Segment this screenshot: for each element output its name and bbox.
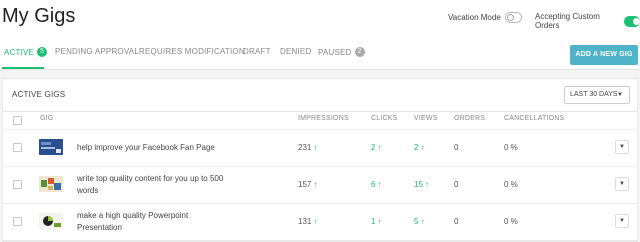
table-row: make a high quality Powerpoint Presentat…: [3, 204, 637, 241]
up-arrow-icon: ↑: [313, 217, 318, 226]
vacation-mode-toggle-group: Vacation Mode: [448, 12, 522, 23]
impressions-value: 131 ↑: [298, 217, 317, 226]
custom-orders-toggle-group: Accepting Custom Orders: [535, 12, 640, 30]
date-range-value: LAST 30 DAYS: [570, 91, 618, 98]
powerpoint-thumbnail-image: [39, 213, 63, 229]
impressions-number: 157: [298, 180, 312, 189]
custom-orders-switch[interactable]: [624, 15, 640, 27]
active-tab-indicator: [2, 67, 44, 69]
up-arrow-icon: ↑: [424, 180, 429, 189]
add-new-gig-button[interactable]: ADD A NEW GIG: [570, 45, 638, 65]
impressions-value: 157 ↑: [298, 180, 317, 189]
orders-value: 0: [454, 180, 459, 189]
views-value: 2 ↑: [414, 143, 424, 152]
up-arrow-icon: ↑: [420, 143, 425, 152]
clicks-number: 6: [371, 180, 376, 189]
page-title: My Gigs: [2, 5, 76, 27]
tab-label: PENDING APPROVAL: [55, 47, 139, 56]
gig-thumbnail[interactable]: [39, 139, 63, 155]
views-number: 2: [414, 143, 419, 152]
clicks-value: 6 ↑: [371, 180, 381, 189]
column-header-gig: GIG: [40, 115, 54, 122]
tab-label: DENIED: [280, 47, 312, 56]
cancellations-value: 0 %: [504, 180, 518, 189]
tab-count-badge: 5: [37, 47, 48, 57]
row-checkbox[interactable]: [13, 217, 22, 226]
tab-label: REQUIRES MODIFICATION: [139, 47, 245, 56]
tab-active[interactable]: ACTIVE 5: [4, 47, 48, 57]
tab-paused[interactable]: PAUSED 2: [318, 47, 365, 57]
row-actions-dropdown[interactable]: ▼: [615, 214, 629, 228]
up-arrow-icon: ↑: [377, 180, 382, 189]
select-all-checkbox[interactable]: [13, 116, 22, 125]
tab-draft[interactable]: DRAFT: [243, 47, 271, 56]
switch-knob: [506, 14, 514, 21]
column-header-views: VIEWS: [414, 115, 438, 122]
gig-thumbnail[interactable]: [39, 176, 63, 192]
gig-title-link[interactable]: make a high quality Powerpoint Presentat…: [77, 210, 227, 234]
date-range-select[interactable]: LAST 30 DAYS ▼: [564, 86, 630, 104]
up-arrow-icon: ↑: [313, 180, 318, 189]
up-arrow-icon: ↑: [420, 217, 425, 226]
tab-requires-modification[interactable]: REQUIRES MODIFICATION: [139, 47, 245, 56]
gig-thumbnail[interactable]: [39, 213, 63, 229]
facebook-thumbnail-image: [39, 139, 63, 155]
panel-title: ACTIVE GIGS: [12, 90, 66, 99]
views-number: 5: [414, 217, 419, 226]
gig-title-link[interactable]: write top quality content for you up to …: [77, 173, 227, 197]
row-actions-dropdown[interactable]: ▼: [615, 177, 629, 191]
vacation-mode-label: Vacation Mode: [448, 13, 501, 22]
table-row: write top quality content for you up to …: [3, 167, 637, 204]
tab-label: PAUSED: [318, 47, 352, 57]
row-checkbox[interactable]: [13, 180, 22, 189]
table-row: help improve your Facebook Fan Page 231 ↑…: [3, 130, 637, 167]
clicks-number: 2: [371, 143, 376, 152]
impressions-value: 231 ↑: [298, 143, 317, 152]
column-header-impressions: IMPRESSIONS: [298, 115, 349, 122]
impressions-number: 131: [298, 217, 312, 226]
status-tabs: ACTIVE 5 PENDING APPROVAL REQUIRES MODIF…: [0, 40, 640, 70]
switch-knob: [633, 17, 640, 25]
cancellations-value: 0 %: [504, 143, 518, 152]
clicks-value: 1 ↑: [371, 217, 381, 226]
tab-count-badge: 2: [354, 47, 365, 57]
views-value: 5 ↑: [414, 217, 424, 226]
chevron-down-icon: ▼: [617, 92, 623, 98]
custom-orders-label: Accepting Custom Orders: [535, 12, 600, 30]
tab-label: ACTIVE: [4, 47, 35, 57]
clicks-value: 2 ↑: [371, 143, 381, 152]
vacation-mode-switch[interactable]: [504, 12, 522, 23]
row-actions-dropdown[interactable]: ▼: [615, 140, 629, 154]
column-header-orders: ORDERS: [454, 115, 486, 122]
up-arrow-icon: ↑: [377, 217, 382, 226]
top-bar: My Gigs Vacation Mode Accepting Custom O…: [0, 0, 640, 40]
up-arrow-icon: ↑: [313, 143, 318, 152]
divider: [3, 111, 637, 112]
row-checkbox[interactable]: [13, 143, 22, 152]
tab-label: DRAFT: [243, 47, 271, 56]
content-writing-thumbnail-image: [39, 176, 63, 192]
views-value: 15 ↑: [414, 180, 429, 189]
gig-title-link[interactable]: help improve your Facebook Fan Page: [77, 142, 227, 154]
tab-denied[interactable]: DENIED: [280, 47, 311, 56]
active-gigs-panel: ACTIVE GIGS LAST 30 DAYS ▼ GIG IMPRESSIO…: [2, 78, 638, 242]
column-header-cancellations: CANCELLATIONS: [504, 115, 565, 122]
orders-value: 0: [454, 217, 459, 226]
orders-value: 0: [454, 143, 459, 152]
clicks-number: 1: [371, 217, 376, 226]
tab-pending-approval[interactable]: PENDING APPROVAL: [55, 47, 139, 56]
views-number: 15: [414, 180, 423, 189]
cancellations-value: 0 %: [504, 217, 518, 226]
impressions-number: 231: [298, 143, 312, 152]
up-arrow-icon: ↑: [377, 143, 382, 152]
column-header-clicks: CLICKS: [371, 115, 398, 122]
